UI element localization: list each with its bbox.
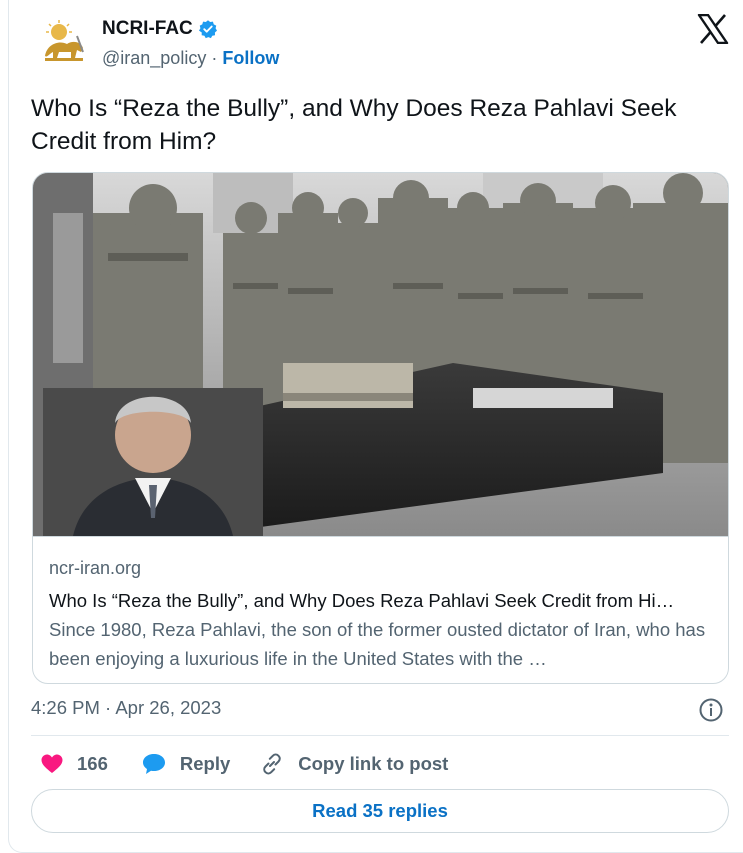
follow-button[interactable]: Follow [222,48,279,69]
action-bar: 166 Reply Copy link to post [31,749,448,779]
link-icon [263,753,282,775]
verified-badge-icon [198,20,217,39]
tweet-text: Who Is “Reza the Bully”, and Why Does Re… [31,95,677,155]
account-name[interactable]: NCRI-FAC [102,18,193,40]
timestamp[interactable]: 4:26 PM · Apr 26, 2023 [31,697,221,719]
like-count: 166 [77,753,108,774]
x-logo-icon[interactable] [697,14,729,44]
heart-icon [41,754,63,773]
info-icon[interactable] [698,697,724,723]
copy-link-label: Copy link to post [298,753,449,774]
link-domain: ncr-iran.org [49,558,142,578]
link-description: Since 1980, Reza Pahlavi, the son of the… [49,619,706,669]
historical-photo-illustration [33,173,728,536]
reply-button[interactable]: Reply [142,753,230,775]
lion-and-sun-logo [45,20,84,61]
like-button[interactable]: 166 [41,753,108,775]
link-preview-meta: ncr-iran.org Who Is “Reza the Bully”, an… [33,536,728,683]
tweet-card: NCRI-FAC @iran_policy · Follow Who Is “R… [8,0,743,853]
article-photo [33,173,728,536]
speech-bubble-icon [142,754,165,774]
read-replies-button[interactable]: Read 35 replies [31,789,729,833]
copy-link-button[interactable]: Copy link to post [260,752,448,776]
account-handle[interactable]: @iran_policy [102,48,206,69]
divider [31,735,729,736]
separator-dot: · [211,48,218,68]
link-preview-card[interactable]: ncr-iran.org Who Is “Reza the Bully”, an… [32,172,729,684]
link-title: Who Is “Reza the Bully”, and Why Does Re… [49,590,675,611]
account-name-row: NCRI-FAC [102,18,218,40]
reply-label: Reply [179,753,231,774]
handle-row: @iran_policy · Follow [102,48,279,69]
avatar[interactable] [37,18,89,70]
